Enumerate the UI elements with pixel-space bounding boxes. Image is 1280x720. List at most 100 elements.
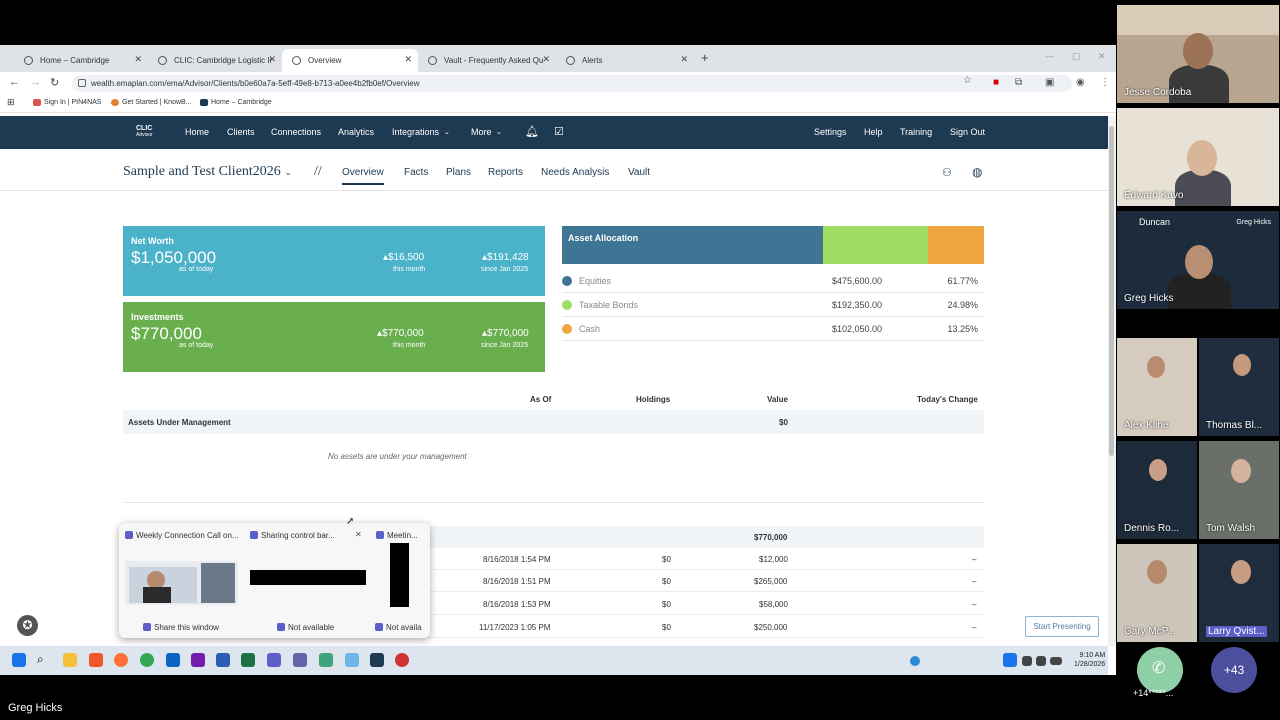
tab-facts[interactable]: Facts: [404, 167, 428, 178]
maximize-button[interactable]: ▢: [1072, 51, 1081, 62]
close-icon[interactable]: ✕: [134, 54, 142, 65]
scrollbar-thumb[interactable]: [1109, 126, 1114, 456]
share-option-weekly-call[interactable]: Weekly Connection Call on... Share this …: [119, 523, 244, 638]
app-icon[interactable]: [293, 653, 307, 667]
tab-plans[interactable]: Plans: [446, 167, 471, 178]
participant-alex-kline[interactable]: Alex Kline: [1117, 338, 1197, 436]
allocation-segment-equities[interactable]: [562, 226, 823, 264]
col-todays-change[interactable]: Today's Change: [917, 395, 978, 404]
participant-thomas[interactable]: Thomas Bl...: [1199, 338, 1279, 436]
investments-card[interactable]: Investments $770,000 as of today ▴$770,0…: [123, 302, 545, 372]
close-icon[interactable]: ✕: [268, 54, 276, 65]
outlook-icon[interactable]: [166, 653, 180, 667]
menu-icon[interactable]: ⋮: [1100, 77, 1110, 88]
app-icon[interactable]: [370, 653, 384, 667]
task-check-icon[interactable]: ☑: [554, 125, 564, 138]
allocation-segment-cash[interactable]: [928, 226, 984, 264]
forward-button[interactable]: →: [30, 76, 41, 88]
nav-clients[interactable]: Clients: [227, 127, 255, 137]
tab-alerts[interactable]: Alerts ✕: [556, 49, 694, 72]
nav-integrations[interactable]: Integrations: [392, 127, 439, 137]
tab-overview[interactable]: Overview ✕: [282, 49, 418, 72]
tab-reports[interactable]: Reports: [488, 167, 523, 178]
site-info-icon[interactable]: [78, 79, 86, 87]
bookmark-knowbe4[interactable]: Get Started | KnowB...: [111, 99, 192, 106]
participant-jesse-cordoba[interactable]: Jesse Cordoba: [1117, 5, 1279, 103]
snipping-tool-icon[interactable]: [319, 653, 333, 667]
phone-participant-avatar[interactable]: ✆: [1137, 647, 1183, 693]
nav-settings[interactable]: Settings: [814, 127, 847, 137]
col-as-of[interactable]: As Of: [530, 395, 551, 404]
network-icon[interactable]: [1022, 656, 1032, 666]
bookmark-signin[interactable]: Sign In | PIN4NAS: [33, 99, 101, 106]
brave-icon[interactable]: [89, 653, 103, 667]
window-close-button[interactable]: ✕: [1098, 51, 1106, 62]
profile-icon[interactable]: ◉: [1076, 77, 1085, 88]
tab-overview[interactable]: Overview: [342, 167, 384, 185]
close-icon[interactable]: ✕: [404, 54, 412, 65]
allocation-segment-taxable-bonds[interactable]: [823, 226, 928, 264]
clock[interactable]: 9:10 AM 1/28/2026: [1074, 651, 1105, 669]
volume-icon[interactable]: [1036, 656, 1046, 666]
participant-larry[interactable]: Larry Qvist...: [1199, 544, 1279, 642]
new-tab-button[interactable]: +: [701, 50, 709, 65]
nav-help[interactable]: Help: [864, 127, 883, 137]
back-button[interactable]: ←: [9, 76, 20, 88]
url-field[interactable]: wealth.emaplan.com/ema/Advisor/Clients/b…: [72, 75, 1072, 92]
extension-icon[interactable]: ■: [993, 77, 999, 88]
onedrive-icon[interactable]: [910, 656, 920, 666]
client-name-dropdown[interactable]: Sample and Test Client2026 ⌄: [123, 164, 292, 180]
close-icon[interactable]: ✕: [680, 54, 688, 65]
sidepanel-icon[interactable]: ▣: [1045, 77, 1054, 88]
allocation-row-equities[interactable]: Equities $475,600.00 61.77%: [562, 269, 984, 293]
bell-icon[interactable]: 🔔︎: [525, 125, 539, 138]
participant-tom-walsh[interactable]: Tom Walsh: [1199, 441, 1279, 539]
chevron-down-icon[interactable]: ⌄: [444, 128, 450, 136]
participant-greg-hicks[interactable]: Duncan Greg Hicks Greg Hicks: [1117, 211, 1279, 309]
allocation-row-taxable-bonds[interactable]: Taxable Bonds $192,350.00 24.98%: [562, 293, 984, 317]
nav-connections[interactable]: Connections: [271, 127, 321, 137]
bookmark-star-icon[interactable]: ☆: [963, 75, 972, 86]
allocation-row-cash[interactable]: Cash $102,050.00 13.25%: [562, 317, 984, 341]
tab-vault-faq[interactable]: Vault - Frequently Asked Quest ✕: [418, 49, 556, 72]
notepad-icon[interactable]: [345, 653, 359, 667]
minimize-button[interactable]: —: [1045, 51, 1054, 61]
chrome-icon[interactable]: [140, 653, 154, 667]
firefox-icon[interactable]: [114, 653, 128, 667]
participant-edward-kavo[interactable]: Edward Kavo: [1117, 108, 1279, 206]
excel-icon[interactable]: [241, 653, 255, 667]
reload-button[interactable]: ↻: [50, 76, 59, 89]
person-icon[interactable]: ⚇: [942, 166, 952, 179]
nav-analytics[interactable]: Analytics: [338, 127, 374, 137]
mic-icon[interactable]: [1003, 653, 1017, 667]
participant-dennis[interactable]: Dennis Ro...: [1117, 441, 1197, 539]
app-icon[interactable]: [395, 653, 409, 667]
participant-gary[interactable]: Gary McP...: [1117, 544, 1197, 642]
puzzle-icon[interactable]: ⧉: [1015, 77, 1022, 88]
net-worth-card[interactable]: Net Worth $1,050,000 as of today ▴$16,50…: [123, 226, 545, 296]
file-explorer-icon[interactable]: [63, 653, 77, 667]
chevron-down-icon[interactable]: ⌄: [496, 128, 502, 136]
close-icon[interactable]: ✕: [355, 530, 362, 539]
bookmark-home-cambridge[interactable]: Home – Cambridge: [200, 99, 272, 106]
col-holdings[interactable]: Holdings: [636, 395, 670, 404]
clic-logo[interactable]: CLIC Advisor: [136, 125, 153, 139]
nav-home[interactable]: Home: [185, 127, 209, 137]
col-value[interactable]: Value: [767, 395, 788, 404]
nav-training[interactable]: Training: [900, 127, 932, 137]
battery-icon[interactable]: [1050, 657, 1062, 665]
apps-icon[interactable]: ⊞: [7, 97, 15, 108]
tab-needs-analysis[interactable]: Needs Analysis: [541, 167, 609, 178]
start-presenting-button[interactable]: Start Presenting: [1025, 616, 1099, 637]
search-icon[interactable]: ⌕: [37, 652, 51, 666]
globe-icon[interactable]: ◍: [972, 165, 982, 179]
tab-clic[interactable]: CLIC: Cambridge Logistic Infor ✕: [148, 49, 282, 72]
word-icon[interactable]: [216, 653, 230, 667]
onenote-icon[interactable]: [191, 653, 205, 667]
tab-vault[interactable]: Vault: [628, 167, 650, 178]
nav-more[interactable]: More: [471, 127, 492, 137]
tab-home-cambridge[interactable]: Home – Cambridge ✕: [14, 49, 148, 72]
teams-icon[interactable]: [267, 653, 281, 667]
nav-sign-out[interactable]: Sign Out: [950, 127, 985, 137]
close-icon[interactable]: ✕: [542, 54, 550, 65]
